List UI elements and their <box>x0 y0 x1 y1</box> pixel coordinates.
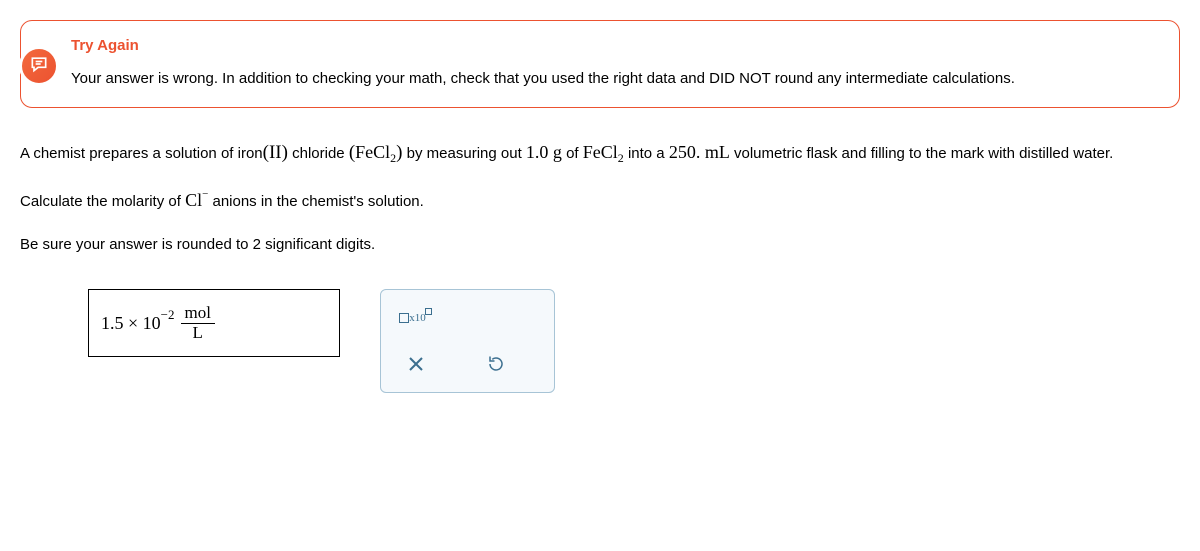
feedback-message: Your answer is wrong. In addition to che… <box>71 70 1159 87</box>
answer-input[interactable]: 1.5 × 10−2 mol L <box>88 289 340 357</box>
tool-panel: x10 <box>380 289 555 393</box>
answer-area: 1.5 × 10−2 mol L x10 <box>88 289 1180 393</box>
sci-sup-icon <box>425 308 432 315</box>
q-text: volumetric flask and filling to the mark… <box>730 145 1114 162</box>
q-mass-unit: g <box>548 142 562 162</box>
q-text: anions in the chemist's solution. <box>208 193 423 210</box>
anion-charge: − <box>202 188 208 200</box>
answer-exp: −2 <box>161 307 175 323</box>
answer-unit: mol L <box>181 304 215 342</box>
unit-denominator: L <box>189 324 207 343</box>
q-vol: 250. <box>669 142 701 162</box>
q-text: A chemist prepares a solution of iron <box>20 145 263 162</box>
q-mass: 1.0 <box>526 142 549 162</box>
formula-body: FeCl <box>355 142 390 162</box>
q-roman: (II) <box>263 142 288 163</box>
scientific-notation-button[interactable]: x10 <box>393 300 439 336</box>
q-text: into a <box>624 145 669 162</box>
q-text: of <box>562 145 583 162</box>
unit-numerator: mol <box>181 304 215 324</box>
answer-coef: 1.5 × 10 <box>101 313 161 334</box>
sci-box-icon <box>399 313 409 323</box>
sci-label: x10 <box>409 312 426 324</box>
anion: Cl <box>185 190 202 210</box>
q-vol-unit: mL <box>700 142 730 162</box>
question-body: A chemist prepares a solution of iron(II… <box>20 138 1180 257</box>
feedback-title: Try Again <box>71 37 1159 54</box>
feedback-chat-icon <box>19 46 59 86</box>
reset-button[interactable] <box>473 346 519 382</box>
q-text: chloride <box>288 145 349 162</box>
q-text: Calculate the molarity of <box>20 193 185 210</box>
clear-button[interactable] <box>393 346 439 382</box>
formula2-body: FeCl <box>583 142 618 162</box>
question-paragraph-3: Be sure your answer is rounded to 2 sign… <box>20 233 1180 257</box>
question-paragraph-1: A chemist prepares a solution of iron(II… <box>20 138 1180 168</box>
q-text: by measuring out <box>403 145 526 162</box>
feedback-banner: Try Again Your answer is wrong. In addit… <box>20 20 1180 108</box>
question-paragraph-2: Calculate the molarity of Cl− anions in … <box>20 186 1180 215</box>
